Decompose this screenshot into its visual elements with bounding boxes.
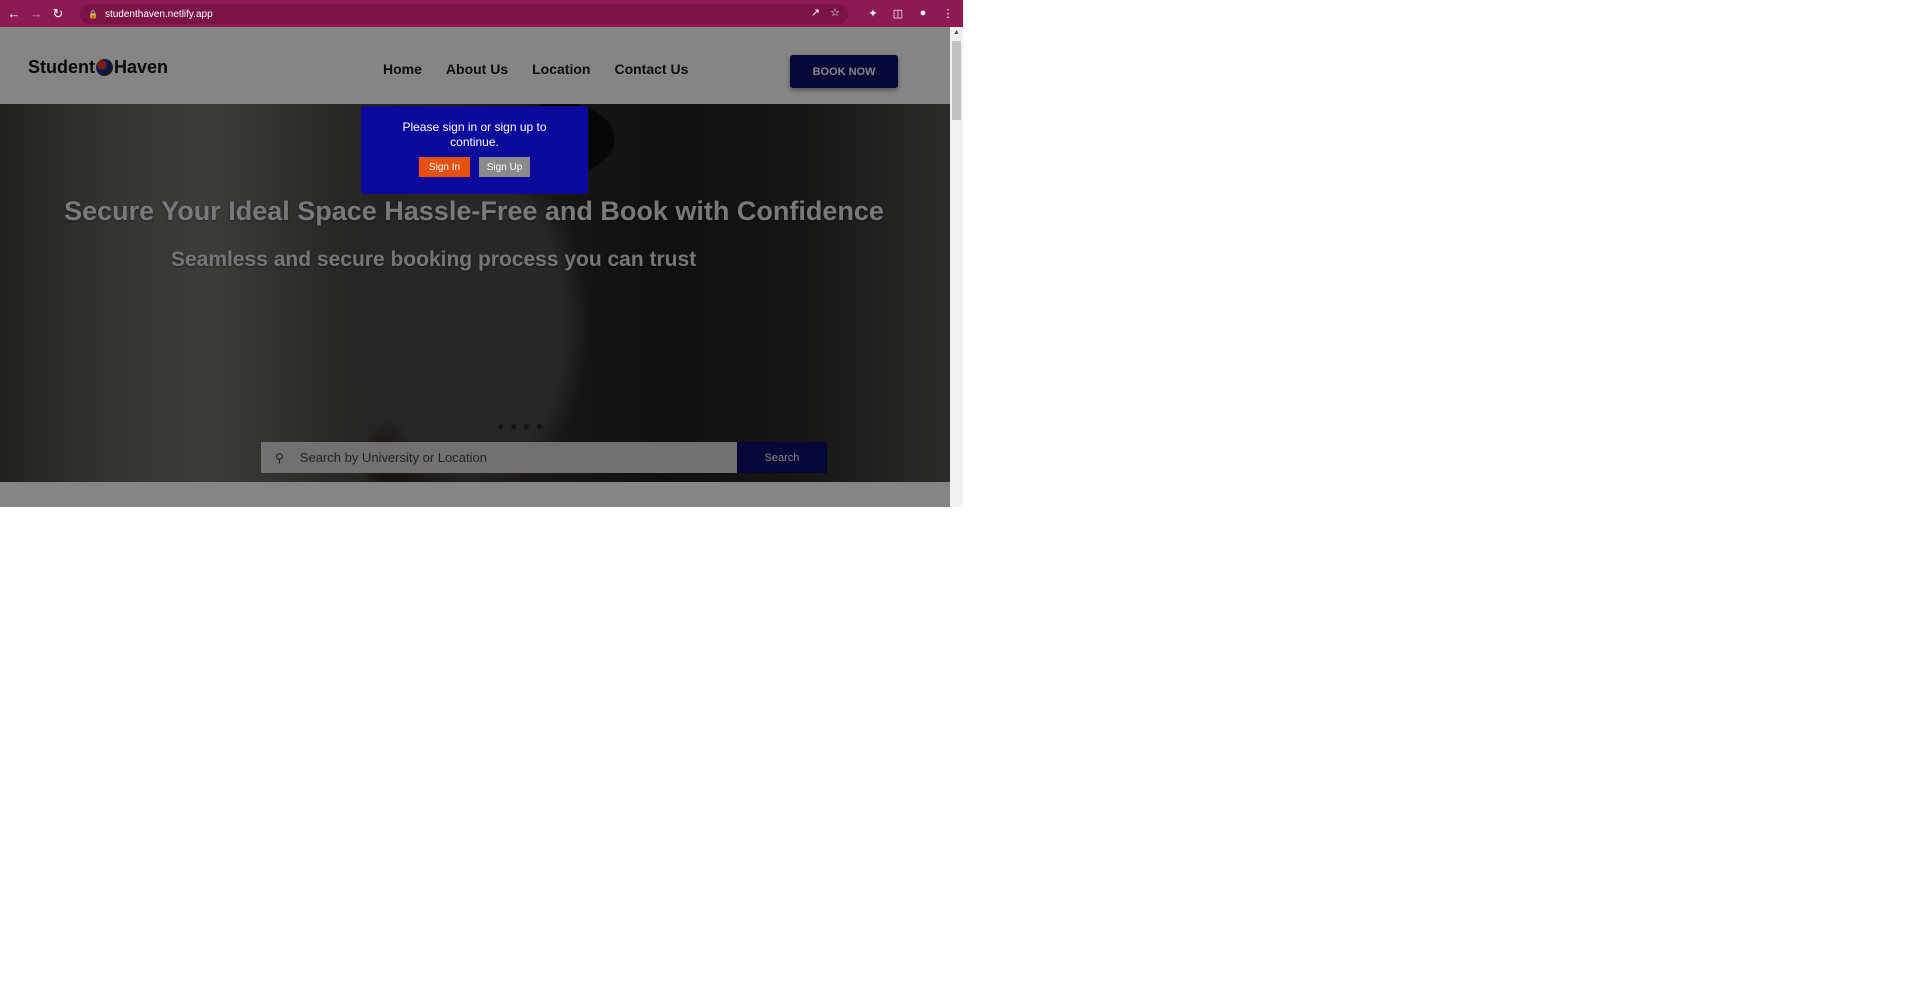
profile-icon[interactable]: ●: [916, 5, 930, 21]
side-panel-icon[interactable]: ◫: [891, 5, 905, 21]
share-icon[interactable]: ↗: [811, 6, 820, 19]
lock-icon[interactable]: 🔒: [88, 10, 98, 19]
sign-in-button[interactable]: Sign In: [419, 157, 470, 177]
forward-arrow-icon[interactable]: →: [28, 6, 44, 22]
puzzle-icon[interactable]: ✦: [866, 5, 880, 21]
url-text[interactable]: studenthaven.netlify.app: [105, 9, 213, 20]
modal-backdrop[interactable]: [0, 27, 950, 507]
star-icon[interactable]: ☆: [830, 6, 840, 19]
browser-window: ← → ↻ 🔒 studenthaven.netlify.app ↗ ☆ ✦ ◫…: [0, 0, 963, 507]
auth-modal: Please sign in or sign up to continue. S…: [361, 106, 588, 194]
auth-message: Please sign in or sign up to continue.: [402, 120, 547, 149]
scrollbar-thumb[interactable]: [952, 41, 961, 120]
auth-actions: Sign In Sign Up: [361, 157, 588, 177]
browser-toolbar: ← → ↻ 🔒 studenthaven.netlify.app ↗ ☆ ✦ ◫…: [0, 0, 963, 27]
address-bar[interactable]: 🔒 studenthaven.netlify.app ↗ ☆: [80, 4, 848, 24]
kebab-menu-icon[interactable]: ⋮: [941, 5, 955, 21]
sign-up-button[interactable]: Sign Up: [479, 157, 530, 177]
back-arrow-icon[interactable]: ←: [6, 6, 22, 22]
page-scrollbar[interactable]: ▲: [950, 27, 963, 507]
scroll-up-arrow-icon[interactable]: ▲: [950, 27, 963, 39]
reload-icon[interactable]: ↻: [50, 6, 66, 22]
